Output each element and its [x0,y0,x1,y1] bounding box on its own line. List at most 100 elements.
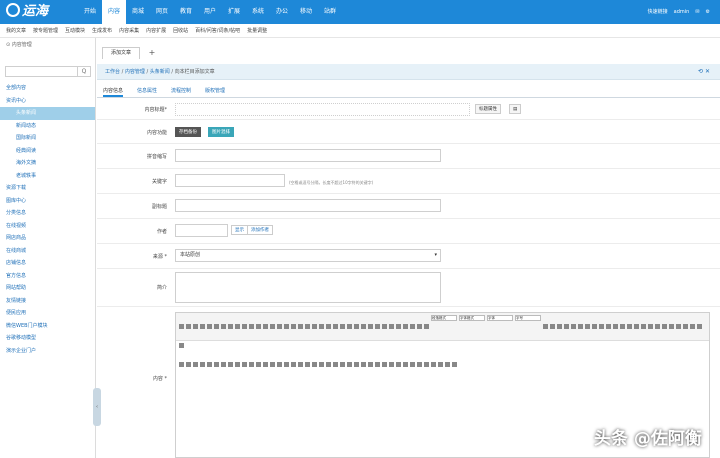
image-mix-toggle[interactable]: 图片混排 [208,127,234,137]
editor-tool-icon[interactable] [606,324,611,329]
editor-tool-icon[interactable] [452,362,457,367]
editor-tool-icon[interactable] [368,324,373,329]
subnav-item[interactable]: 生成发布 [92,27,112,34]
add-author-button[interactable]: 添加作者 [247,225,273,235]
editor-tool-icon[interactable] [445,362,450,367]
editor-tool-icon[interactable] [641,324,646,329]
sidebar-item[interactable]: 国际新闻 [0,132,95,145]
nav-item[interactable]: 站群 [318,0,342,24]
form-tab[interactable]: 内容信息 [103,84,124,97]
subnav-item[interactable]: 按专题管理 [33,27,58,34]
editor-tool-icon[interactable] [256,324,261,329]
sidebar-item[interactable]: 便民应用 [0,307,95,320]
editor-tool-icon[interactable] [571,324,576,329]
subtitle-input[interactable] [175,199,441,212]
subnav-item[interactable]: 我的文章 [6,27,26,34]
nav-item[interactable]: 教育 [174,0,198,24]
editor-tool-icon[interactable] [228,324,233,329]
editor-tool-icon[interactable] [207,362,212,367]
editor-tool-icon[interactable] [662,324,667,329]
subnav-item[interactable]: 百科/问答/词条/帖吧 [195,27,240,34]
editor-tool-icon[interactable] [620,324,625,329]
editor-tool-icon[interactable] [179,324,184,329]
sidebar-item[interactable]: 头条新闻 [0,107,95,120]
sidebar-item[interactable]: 网站帮助 [0,282,95,295]
editor-tool-icon[interactable] [669,324,674,329]
editor-tool-icon[interactable] [417,324,422,329]
nav-item[interactable]: 用户 [198,0,222,24]
editor-tool-icon[interactable] [228,362,233,367]
editor-tool-icon[interactable] [438,362,443,367]
mail-icon[interactable]: ✉ [695,0,699,24]
editor-tool-icon[interactable] [396,362,401,367]
editor-tool-icon[interactable] [207,324,212,329]
form-tab[interactable]: 流程控制 [171,84,191,97]
editor-tool-icon[interactable] [361,362,366,367]
sidebar-item[interactable]: 演示企业门户 [0,345,95,358]
editor-tool-icon[interactable] [319,362,324,367]
editor-tool-icon[interactable] [291,324,296,329]
show-author-button[interactable]: 显示 [231,225,248,235]
editor-tool-icon[interactable] [389,362,394,367]
quick-link[interactable]: 快速链接 [648,0,668,24]
keywords-input[interactable] [175,174,285,187]
editor-tool-icon[interactable] [193,324,198,329]
editor-tool-icon[interactable] [410,362,415,367]
editor-tool-icon[interactable] [585,324,590,329]
editor-tool-icon[interactable] [249,362,254,367]
sidebar-search-input[interactable]: Q [5,66,91,77]
editor-tool-icon[interactable] [424,324,429,329]
sidebar-item[interactable]: 微信WEB门户模块 [0,320,95,333]
sidebar-item[interactable]: 分类信息 [0,207,95,220]
editor-tool-icon[interactable] [333,324,338,329]
editor-tool-icon[interactable] [179,343,184,348]
summary-textarea[interactable] [175,272,441,303]
source-select[interactable]: 本站原创 ▾ [175,249,441,262]
editor-tool-icon[interactable] [578,324,583,329]
user-menu[interactable]: admin [674,0,690,24]
editor-tool-icon[interactable] [263,324,268,329]
editor-tool-icon[interactable] [312,362,317,367]
editor-tool-icon[interactable] [389,324,394,329]
nav-item[interactable]: 开始 [78,0,102,24]
editor-tool-icon[interactable] [382,324,387,329]
sidebar-item[interactable]: 新闻动态 [0,120,95,133]
editor-tool-icon[interactable] [277,324,282,329]
sidebar-item[interactable]: 全部内容 [0,82,95,95]
editor-tool-icon[interactable] [291,362,296,367]
editor-tool-icon[interactable] [333,362,338,367]
title-color-icon[interactable]: ▤ [509,104,522,114]
editor-tool-icon[interactable] [326,362,331,367]
editor-tool-icon[interactable] [256,362,261,367]
editor-tool-icon[interactable] [613,324,618,329]
editor-tool-icon[interactable] [354,362,359,367]
refresh-icon[interactable]: ⟲ ✕ [698,64,710,80]
sidebar-item[interactable]: 官方信息 [0,270,95,283]
editor-tool-icon[interactable] [214,324,219,329]
subnav-item[interactable]: 互动模块 [65,27,85,34]
editor-tool-icon[interactable] [375,362,380,367]
editor-format-select[interactable]: 字体格式 [459,315,485,321]
editor-tool-icon[interactable] [242,324,247,329]
editor-tool-icon[interactable] [186,362,191,367]
editor-tool-icon[interactable] [382,362,387,367]
nav-item[interactable]: 移动 [294,0,318,24]
editor-tool-icon[interactable] [634,324,639,329]
editor-tool-icon[interactable] [340,324,345,329]
sidebar-item[interactable]: 资讯中心 [0,95,95,108]
subnav-item[interactable]: 回收站 [173,27,188,34]
breadcrumb-item[interactable]: 头条新闻 [150,69,170,75]
breadcrumb-root[interactable]: 工作台 [105,69,120,75]
editor-tool-icon[interactable] [417,362,422,367]
subnav-item[interactable]: 内容采集 [119,27,139,34]
nav-item[interactable]: 商城 [126,0,150,24]
sidebar-item[interactable]: 经典阅读 [0,145,95,158]
editor-tool-icon[interactable] [627,324,632,329]
nav-item[interactable]: 办公 [270,0,294,24]
editor-tool-icon[interactable] [319,324,324,329]
form-tab[interactable]: 版权管理 [205,84,225,97]
gear-icon[interactable]: ⚙ [706,0,710,24]
editor-tool-icon[interactable] [186,324,191,329]
nav-item[interactable]: 内容 [102,0,126,24]
editor-tool-icon[interactable] [340,362,345,367]
